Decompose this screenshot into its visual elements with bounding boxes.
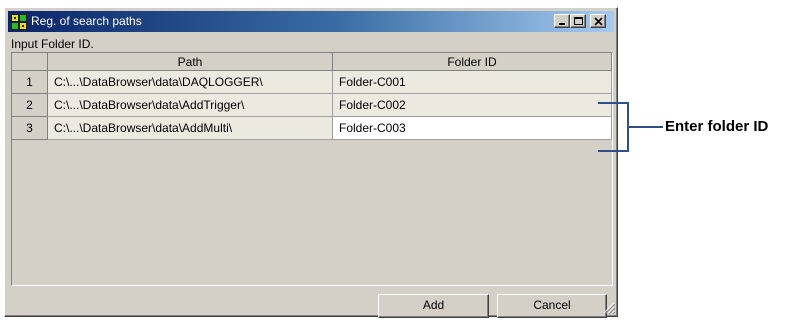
close-icon (594, 17, 603, 26)
instruction-label: Input Folder ID. (11, 37, 94, 51)
path-cell[interactable]: C:\...\DataBrowser\data\AddTrigger\ (48, 94, 333, 117)
column-header-path[interactable]: Path (48, 53, 333, 71)
column-header-folder-id[interactable]: Folder ID (333, 53, 612, 71)
cancel-button[interactable]: Cancel (497, 294, 607, 318)
resize-grip-icon[interactable] (603, 302, 615, 314)
title-bar[interactable]: Reg. of search paths (8, 11, 614, 32)
callout-label: Enter folder ID (665, 118, 769, 135)
page: Reg. of search paths Input Folder ID. Pa… (0, 0, 812, 320)
maximize-icon (574, 17, 583, 25)
minimize-icon (559, 23, 565, 25)
path-cell[interactable]: C:\...\DataBrowser\data\DAQLOGGER\ (48, 71, 333, 94)
window-title: Reg. of search paths (31, 14, 142, 28)
app-icon (11, 14, 27, 30)
row-number[interactable]: 3 (12, 117, 48, 140)
folder-id-cell-active[interactable]: Folder-C003 (333, 117, 612, 140)
search-paths-grid: Path Folder ID 1 C:\...\DataBrowser\data… (11, 52, 613, 286)
maximize-button[interactable] (570, 14, 586, 28)
close-button[interactable] (590, 14, 606, 28)
row-number[interactable]: 1 (12, 71, 48, 94)
folder-id-cell[interactable]: Folder-C002 (333, 94, 612, 117)
dialog-window: Reg. of search paths Input Folder ID. Pa… (4, 7, 618, 318)
add-button[interactable]: Add (378, 294, 489, 318)
row-number[interactable]: 2 (12, 94, 48, 117)
grid-corner-header (12, 53, 48, 71)
minimize-button[interactable] (554, 14, 570, 28)
folder-id-cell[interactable]: Folder-C001 (333, 71, 612, 94)
path-cell[interactable]: C:\...\DataBrowser\data\AddMulti\ (48, 117, 333, 140)
